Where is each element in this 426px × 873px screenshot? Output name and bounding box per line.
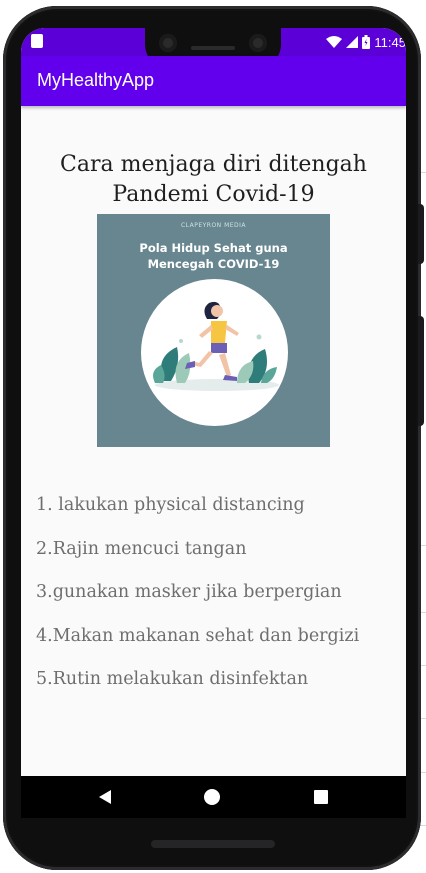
app-title: MyHealthyApp (37, 70, 155, 90)
status-bar: 11:45 (21, 28, 406, 70)
tip-item: 5.Rutin melakukan disinfektan (36, 669, 309, 689)
runner-illustration (153, 301, 279, 391)
bottom-speaker (151, 840, 275, 848)
covid-poster-image: CLAPEYRON MEDIA Pola Hidup Sehat guna Me… (97, 214, 330, 447)
app-bar: MyHealthyApp (21, 56, 406, 106)
tip-item: 1. lakukan physical distancing (36, 495, 305, 515)
status-icons: 11:45 (326, 33, 406, 51)
sim-card-icon (31, 34, 43, 48)
recent-apps-icon[interactable] (314, 790, 328, 804)
power-button (418, 316, 424, 426)
heading-line: Pandemi Covid-19 (112, 182, 315, 207)
status-time: 11:45 (374, 34, 406, 50)
wifi-icon (326, 36, 343, 48)
tips-list: 1. lakukan physical distancing 2.Rajin m… (36, 491, 396, 709)
tip-item: 4.Makan makanan sehat dan bergizi (36, 625, 360, 646)
signal-icon (346, 36, 359, 48)
main-content: Cara menjaga diri ditengah Pandemi Covid… (21, 106, 406, 776)
front-camera-icon (159, 34, 177, 52)
tip-item: 2.Rajin mencuci tangan (36, 538, 247, 559)
tip-item: 3.gunakan masker jika berpergian (36, 582, 342, 602)
device-screen: 11:45 MyHealthyApp Cara menjaga diri dit… (21, 28, 406, 818)
poster-brand: CLAPEYRON MEDIA (180, 222, 247, 229)
back-icon[interactable] (99, 790, 111, 804)
poster-title-line: Pola Hidup Sehat guna (139, 241, 288, 255)
poster-title-line: Mencegah COVID-19 (147, 257, 280, 271)
battery-icon (362, 35, 371, 49)
phone-frame: 11:45 MyHealthyApp Cara menjaga diri dit… (3, 6, 424, 870)
page-heading: Cara menjaga diri ditengah Pandemi Covid… (21, 150, 406, 210)
poster-title: Pola Hidup Sehat guna Mencegah COVID-19 (97, 240, 330, 272)
volume-button (418, 204, 424, 264)
navigation-bar (21, 776, 406, 818)
front-camera-icon (249, 34, 267, 52)
home-icon[interactable] (204, 789, 220, 805)
poster-illustration (141, 279, 288, 426)
earpiece-speaker (191, 46, 235, 50)
heading-line: Cara menjaga diri ditengah (60, 152, 367, 177)
